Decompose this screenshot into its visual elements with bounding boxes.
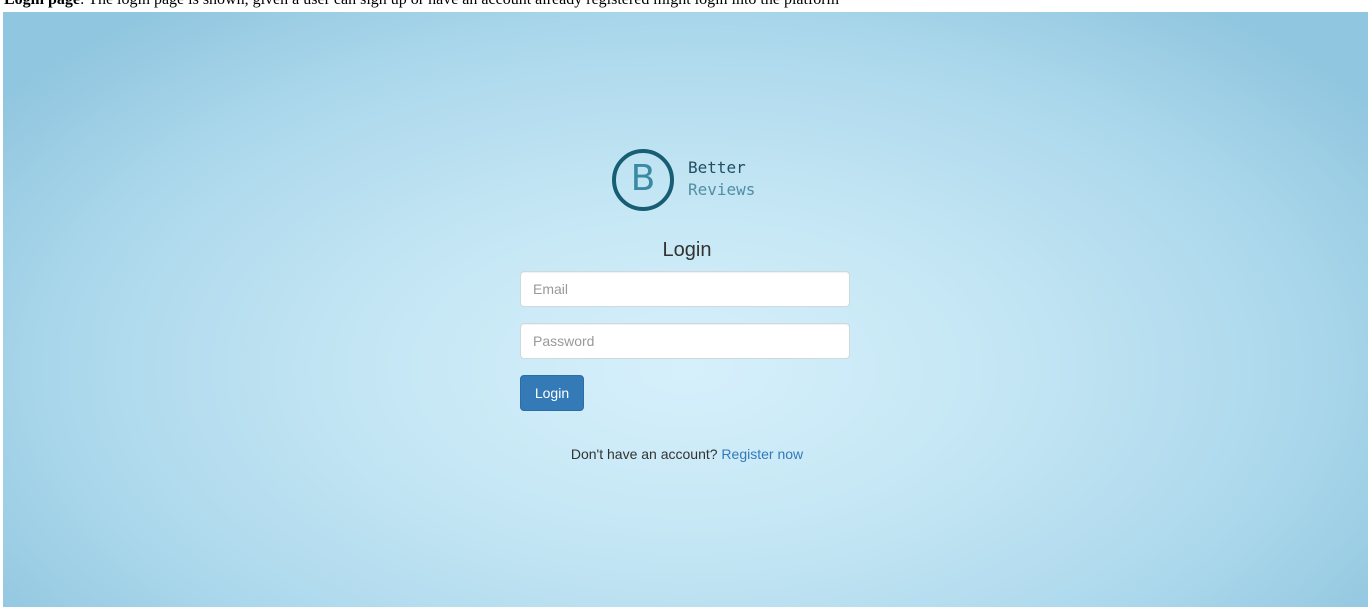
password-input[interactable] (520, 323, 850, 359)
login-page: B Better Reviews Login Login Don't have … (3, 12, 1368, 607)
login-button[interactable]: Login (520, 375, 584, 411)
email-input[interactable] (520, 271, 850, 307)
figure-caption: Login page: The login page is shown, giv… (4, 0, 839, 9)
brand-logo: B Better Reviews (612, 147, 772, 217)
caption-label: Login page (4, 0, 80, 8)
brand-name-line1: Better (688, 158, 746, 177)
register-prompt-text: Don't have an account? (570, 446, 718, 462)
logo-letter: B (630, 158, 656, 199)
caption-body: The login page is shown, given a user ca… (88, 0, 839, 8)
login-title: Login (662, 239, 712, 261)
register-prompt: Don't have an account? Register now (520, 445, 854, 463)
brand-name-line2: Reviews (688, 180, 756, 199)
caption-strip: Login page: The login page is shown, giv… (0, 0, 1371, 12)
register-now-link[interactable]: Register now (721, 446, 803, 462)
